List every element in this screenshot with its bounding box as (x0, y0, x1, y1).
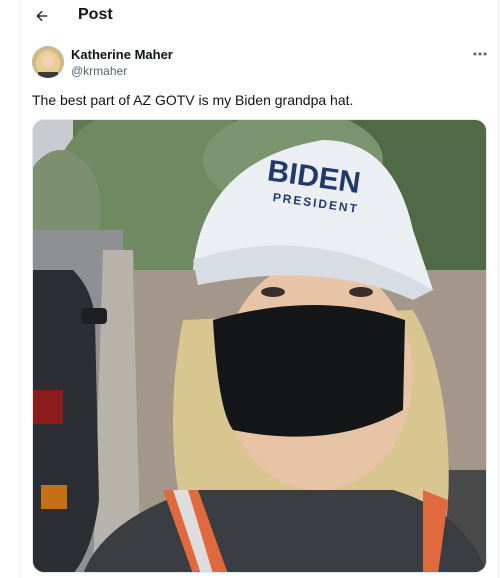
page-title: Post (78, 6, 113, 23)
post-page: Post Katherine Maher @krmaher The best p… (0, 0, 500, 578)
more-button[interactable] (470, 46, 490, 62)
post-header: Post (20, 0, 498, 34)
more-horizontal-icon (473, 52, 487, 56)
avatar-image (32, 46, 64, 78)
right-divider (498, 0, 499, 578)
back-button[interactable] (30, 4, 54, 28)
selfie-image: BIDEN PRESIDENT (33, 120, 486, 572)
left-divider (19, 0, 20, 578)
tweet-photo[interactable]: BIDEN PRESIDENT (32, 119, 487, 573)
author-handle[interactable]: @krmaher (71, 64, 127, 78)
arrow-left-icon (36, 10, 48, 22)
author-name[interactable]: Katherine Maher (71, 47, 173, 62)
tweet-text: The best part of AZ GOTV is my Biden gra… (32, 92, 354, 108)
avatar[interactable] (32, 46, 64, 78)
